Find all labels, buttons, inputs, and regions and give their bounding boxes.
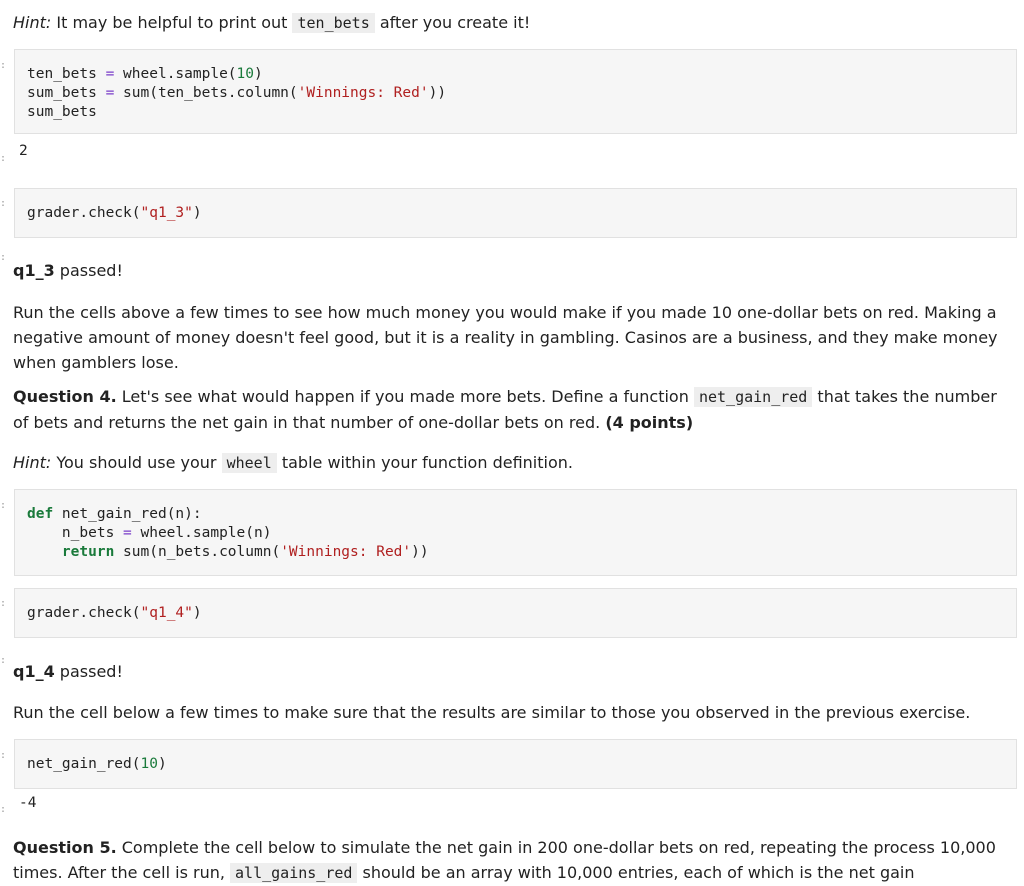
question-5-paragraph: Question 5. Complete the cell below to s… xyxy=(13,838,996,883)
cell-prompt: : xyxy=(0,60,7,71)
hint-label: Hint: xyxy=(13,13,52,32)
question-4-paragraph: Question 4. Let's see what would happen … xyxy=(13,387,997,432)
code-cell-grader-q1-4[interactable]: grader.check("q1_4") xyxy=(14,588,1017,638)
code-text[interactable]: def net_gain_red(n): n_bets = wheel.samp… xyxy=(27,505,429,562)
cell-prompt: : xyxy=(0,750,7,761)
inline-code: ten_bets xyxy=(292,13,375,33)
code-text[interactable]: ten_bets = wheel.sample(10) sum_bets = s… xyxy=(27,65,446,122)
output-prompt: : xyxy=(0,153,7,164)
code-cell-net-gain-red-def[interactable]: def net_gain_red(n): n_bets = wheel.samp… xyxy=(14,489,1017,576)
output-prompt: : xyxy=(0,655,7,666)
grader-result: q1_4 passed! xyxy=(13,662,123,681)
cell-output: 2 xyxy=(19,143,28,159)
code-text[interactable]: grader.check("q1_3") xyxy=(27,204,202,223)
code-cell-grader-q1-3[interactable]: grader.check("q1_3") xyxy=(14,188,1017,238)
cell-prompt: : xyxy=(0,598,7,609)
code-text[interactable]: grader.check("q1_4") xyxy=(27,604,202,623)
instruction-paragraph: Run the cell below a few times to make s… xyxy=(13,703,971,722)
inline-code: net_gain_red xyxy=(693,387,813,407)
code-cell-ten-bets[interactable]: ten_bets = wheel.sample(10) sum_bets = s… xyxy=(14,49,1017,134)
code-cell-net-gain-call[interactable]: net_gain_red(10) xyxy=(14,739,1017,789)
cell-output: -4 xyxy=(19,795,37,811)
cell-prompt: : xyxy=(0,500,7,511)
output-prompt: : xyxy=(0,804,7,815)
output-prompt: : xyxy=(0,252,7,263)
grader-result: q1_3 passed! xyxy=(13,261,123,280)
code-text[interactable]: net_gain_red(10) xyxy=(27,755,167,774)
hint-paragraph: Hint: You should use your wheel table wi… xyxy=(13,453,573,473)
hint-label: Hint: xyxy=(13,453,52,472)
inline-code: all_gains_red xyxy=(230,863,358,883)
explanation-paragraph: Run the cells above a few times to see h… xyxy=(13,303,998,372)
question-label: Question 5. xyxy=(13,838,117,857)
question-label: Question 4. xyxy=(13,387,117,406)
hint-paragraph: Hint: It may be helpful to print out ten… xyxy=(13,13,531,33)
inline-code: wheel xyxy=(221,453,277,473)
points-label: (4 points) xyxy=(605,413,694,432)
cell-prompt: : xyxy=(0,198,7,209)
